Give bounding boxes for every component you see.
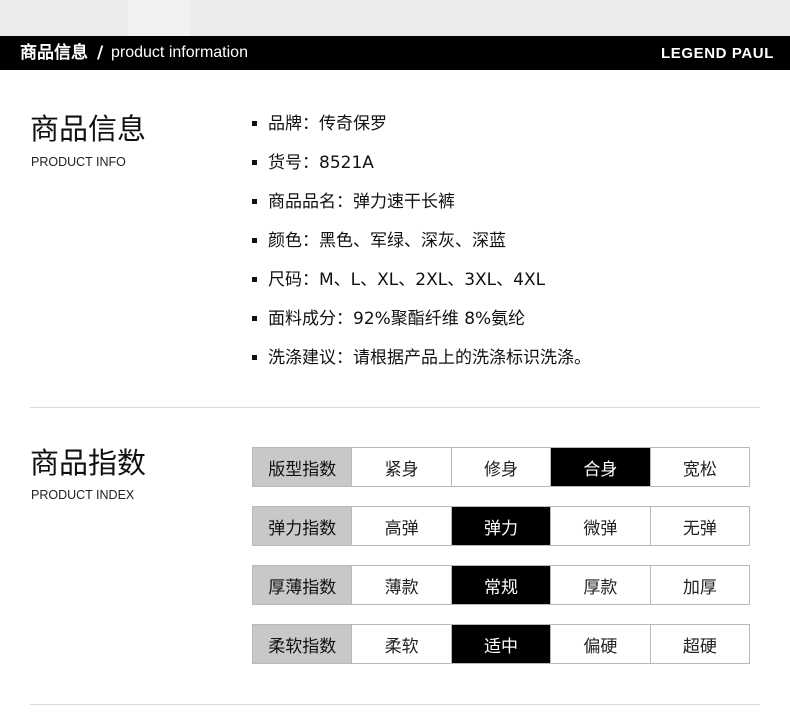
header-title-en: product information — [111, 44, 248, 61]
index-option[interactable]: 修身 — [450, 448, 551, 486]
index-row-label: 厚薄指数 — [253, 566, 352, 604]
info-item-text: 面料成分：92%聚酯纤维 8%氨纶 — [268, 309, 526, 329]
index-row-label: 弹力指数 — [253, 507, 352, 545]
index-option[interactable]: 加厚 — [649, 566, 750, 604]
index-option[interactable]: 偏硬 — [550, 625, 650, 663]
bullet-icon — [252, 160, 257, 165]
index-row-fit: 版型指数 紧身 修身 合身 宽松 — [252, 447, 750, 487]
bullet-icon — [252, 316, 257, 321]
info-item-fabric: 面料成分：92%聚酯纤维 8%氨纶 — [252, 306, 591, 345]
info-item-sizes: 尺码：M、L、XL、2XL、3XL、4XL — [252, 267, 591, 306]
index-option[interactable]: 高弹 — [351, 507, 451, 545]
index-option-selected[interactable]: 弹力 — [450, 507, 551, 545]
product-info-subtitle: PRODUCT INFO — [31, 155, 126, 169]
header-separator: / — [97, 43, 104, 63]
info-item-text: 尺码：M、L、XL、2XL、3XL、4XL — [268, 270, 546, 290]
index-option[interactable]: 超硬 — [649, 625, 750, 663]
product-info-list: 品牌：传奇保罗 货号：8521A 商品品名：弹力速干长裤 颜色：黑色、军绿、深灰… — [252, 111, 591, 384]
info-item-text: 颜色：黑色、军绿、深灰、深蓝 — [268, 231, 506, 251]
index-option-selected[interactable]: 适中 — [450, 625, 551, 663]
info-item-colors: 颜色：黑色、军绿、深灰、深蓝 — [252, 228, 591, 267]
info-item-brand: 品牌：传奇保罗 — [252, 111, 591, 150]
info-item-washing: 洗涤建议：请根据产品上的洗涤标识洗涤。 — [252, 345, 591, 384]
index-row-label: 版型指数 — [253, 448, 352, 486]
section-header-bar: 商品信息 / product information LEGEND PAUL — [0, 36, 790, 70]
info-item-text: 洗涤建议：请根据产品上的洗涤标识洗涤。 — [268, 348, 591, 368]
index-option[interactable]: 微弹 — [550, 507, 650, 545]
index-option[interactable]: 紧身 — [351, 448, 451, 486]
index-option[interactable]: 无弹 — [649, 507, 750, 545]
index-option[interactable]: 薄款 — [351, 566, 451, 604]
bullet-icon — [252, 238, 257, 243]
product-index-title: 商品指数 — [30, 446, 147, 480]
bullet-icon — [252, 121, 257, 126]
index-option-selected[interactable]: 常规 — [450, 566, 551, 604]
bullet-icon — [252, 199, 257, 204]
bullet-icon — [252, 277, 257, 282]
product-info-title: 商品信息 — [30, 112, 147, 146]
index-option[interactable]: 宽松 — [649, 448, 750, 486]
info-item-text: 商品品名：弹力速干长裤 — [268, 192, 455, 212]
info-item-product-name: 商品品名：弹力速干长裤 — [252, 189, 591, 228]
info-item-sku: 货号：8521A — [252, 150, 591, 189]
header-title-cn: 商品信息 — [20, 43, 88, 63]
product-index-subtitle: PRODUCT INDEX — [31, 488, 135, 502]
index-row-thickness: 厚薄指数 薄款 常规 厚款 加厚 — [252, 565, 750, 605]
index-option-selected[interactable]: 合身 — [550, 448, 650, 486]
brand-logo-text: LEGEND PAUL — [661, 45, 774, 62]
index-option[interactable]: 柔软 — [351, 625, 451, 663]
info-item-text: 货号：8521A — [268, 153, 374, 173]
bullet-icon — [252, 355, 257, 360]
index-row-label: 柔软指数 — [253, 625, 352, 663]
index-row-elasticity: 弹力指数 高弹 弹力 微弹 无弹 — [252, 506, 750, 546]
index-option[interactable]: 厚款 — [550, 566, 650, 604]
index-row-softness: 柔软指数 柔软 适中 偏硬 超硬 — [252, 624, 750, 664]
top-strip — [0, 0, 790, 36]
info-item-text: 品牌：传奇保罗 — [268, 114, 387, 134]
section-divider — [30, 407, 760, 408]
top-strip-shade — [128, 0, 190, 36]
bottom-divider — [30, 704, 760, 705]
